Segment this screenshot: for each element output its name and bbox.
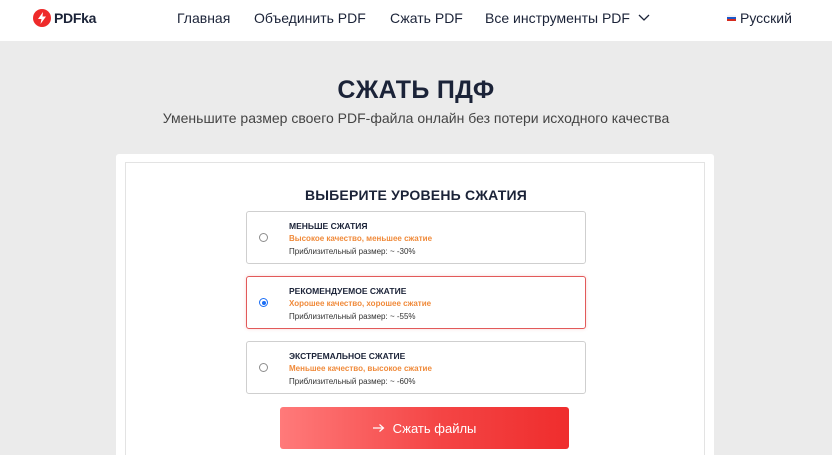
chevron-down-icon	[638, 14, 650, 21]
option-size-estimate: Приблизительный размер: ~ -60%	[289, 377, 416, 386]
option-size-estimate: Приблизительный размер: ~ -55%	[289, 312, 416, 321]
compress-files-label: Сжать файлы	[392, 420, 477, 436]
page-title: СЖАТЬ ПДФ	[337, 76, 495, 104]
option-less-compression[interactable]: МЕНЬШЕ СЖАТИЯ Высокое качество, меньшее …	[246, 211, 586, 264]
radio-less-compression[interactable]	[259, 233, 268, 242]
radio-extreme-compression[interactable]	[259, 363, 268, 372]
option-size-estimate: Приблизительный размер: ~ -30%	[289, 247, 416, 256]
nav-home[interactable]: Главная	[177, 10, 230, 26]
option-title: РЕКОМЕНДУЕМОЕ СЖАТИЕ	[289, 286, 407, 296]
nav-all-tools[interactable]: Все инструменты PDF	[485, 10, 650, 26]
compression-level-heading: ВЫБЕРИТЕ УРОВЕНЬ СЖАТИЯ	[304, 187, 528, 203]
nav-merge-pdf[interactable]: Объединить PDF	[254, 10, 366, 26]
compression-card: ВЫБЕРИТЕ УРОВЕНЬ СЖАТИЯ МЕНЬШЕ СЖАТИЯ Вы…	[116, 154, 714, 455]
language-selector[interactable]: Русский	[727, 10, 792, 26]
compress-files-button[interactable]: Сжать файлы	[280, 407, 569, 449]
compression-panel: ВЫБЕРИТЕ УРОВЕНЬ СЖАТИЯ МЕНЬШЕ СЖАТИЯ Вы…	[125, 162, 705, 455]
nav-compress-pdf[interactable]: Сжать PDF	[390, 10, 463, 26]
logo[interactable]: PDFka	[33, 9, 96, 27]
option-recommended-compression[interactable]: РЕКОМЕНДУЕМОЕ СЖАТИЕ Хорошее качество, х…	[246, 276, 586, 329]
logo-text: PDFka	[54, 10, 97, 26]
option-extreme-compression[interactable]: ЭКСТРЕМАЛЬНОЕ СЖАТИЕ Меньшее качество, в…	[246, 341, 586, 394]
bolt-icon	[33, 9, 51, 27]
nav-all-tools-label: Все инструменты PDF	[485, 10, 630, 26]
option-description: Меньшее качество, высокое сжатие	[289, 364, 432, 373]
option-title: МЕНЬШЕ СЖАТИЯ	[289, 221, 368, 231]
option-description: Высокое качество, меньшее сжатие	[289, 234, 433, 243]
option-description: Хорошее качество, хорошее сжатие	[289, 299, 432, 308]
page-subtitle: Уменьшите размер своего PDF-файла онлайн…	[162, 110, 670, 126]
option-title: ЭКСТРЕМАЛЬНОЕ СЖАТИЕ	[289, 351, 406, 361]
russia-flag-icon	[727, 14, 736, 22]
language-label: Русский	[740, 10, 792, 26]
arrow-right-icon	[372, 424, 385, 432]
radio-recommended-compression[interactable]	[259, 298, 268, 307]
top-navigation-bar: PDFka Главная Объединить PDF Сжать PDF В…	[0, 0, 832, 41]
